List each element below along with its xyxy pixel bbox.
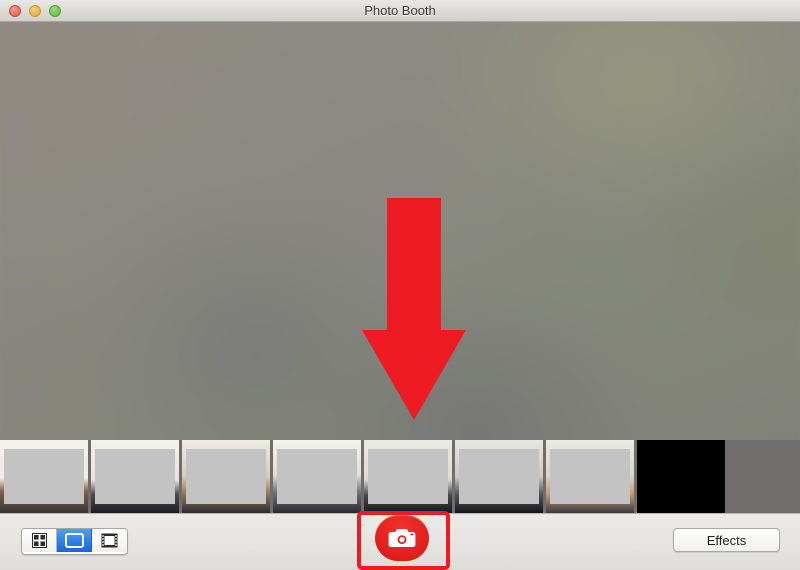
thumbnail-item[interactable] — [91, 440, 179, 513]
mode-button-movie[interactable] — [92, 529, 127, 552]
arrow-down-annotation-icon — [362, 198, 466, 420]
grid-four-up-icon — [31, 533, 47, 548]
thumbnail-redaction — [95, 449, 175, 504]
thumbnail-item[interactable] — [364, 440, 452, 513]
thumbnail-redaction — [459, 449, 539, 504]
thumbnail-redaction — [186, 449, 266, 504]
thumbnail-item[interactable] — [455, 440, 543, 513]
window-title: Photo Booth — [364, 3, 436, 18]
thumbnail-item[interactable] — [546, 440, 634, 513]
thumbnail-item[interactable] — [273, 440, 361, 513]
thumbnail-redaction — [4, 449, 84, 504]
mode-button-still-photo[interactable] — [57, 529, 92, 552]
thumbnail-item[interactable] — [182, 440, 270, 513]
capture-mode-segmented-control[interactable] — [21, 528, 128, 555]
effects-button[interactable]: Effects — [673, 528, 780, 552]
camera-preview — [0, 22, 800, 440]
mode-button-four-up[interactable] — [22, 529, 57, 552]
thumbnail-image — [637, 440, 725, 513]
effects-button-label: Effects — [706, 532, 747, 548]
title-bar: Photo Booth — [0, 0, 800, 22]
photo-thumbnail-strip[interactable] — [0, 440, 800, 513]
single-photo-icon — [64, 533, 84, 548]
film-strip-icon — [101, 533, 118, 548]
thumbnail-item[interactable] — [637, 440, 725, 513]
thumbnail-redaction — [368, 449, 448, 504]
shutter-highlight-box-annotation — [357, 511, 450, 570]
thumbnail-redaction — [550, 449, 630, 504]
photo-booth-window: Photo Booth Effects — [0, 0, 800, 570]
thumbnail-item[interactable] — [0, 440, 88, 513]
thumbnail-redaction — [277, 449, 357, 504]
